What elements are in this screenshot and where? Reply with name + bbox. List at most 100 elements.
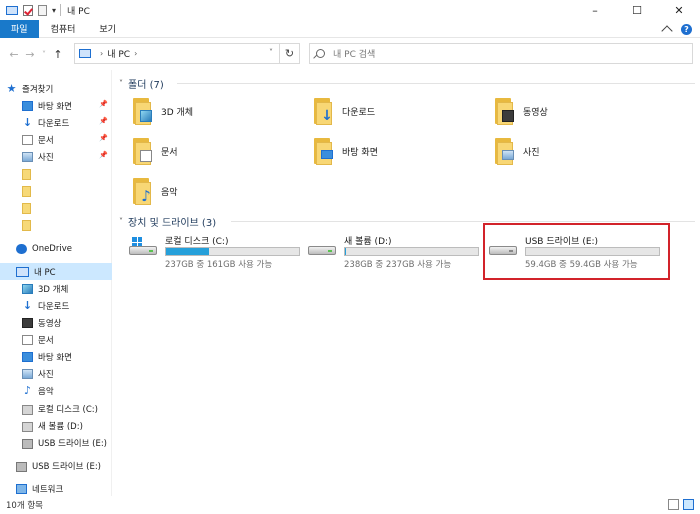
pictures-folder-icon — [491, 136, 517, 166]
folder-documents[interactable]: 문서 — [129, 133, 178, 169]
folder-music[interactable]: ♪ 음악 — [129, 173, 178, 209]
refresh-button[interactable]: ↻ — [279, 44, 299, 63]
close-button[interactable]: ✕ — [658, 0, 700, 20]
group-title: 폴더 (7) — [128, 80, 164, 91]
sidebar-item-downloads[interactable]: ↓ 다운로드 📌 — [0, 114, 112, 131]
sidebar-item-onedrive[interactable]: OneDrive — [0, 240, 112, 257]
sidebar-item-usb-e[interactable]: USB 드라이브 (E:) — [0, 434, 112, 451]
drive-volume-d[interactable]: 새 볼륨 (D:) 238GB 중 237GB 사용 가능 — [308, 231, 483, 270]
drive-usage-bar — [344, 247, 479, 256]
sidebar-item-label: 네트워크 — [32, 484, 64, 495]
maximize-button[interactable]: ☐ — [616, 0, 658, 20]
sidebar-item-label: 다운로드 — [38, 301, 70, 312]
folder-icon — [22, 169, 31, 180]
sidebar-item-pictures[interactable]: 사진 📌 — [0, 148, 112, 165]
folder-icon — [22, 186, 31, 197]
sidebar-item-folder[interactable] — [0, 217, 112, 234]
ribbon-right-controls: ? — [661, 23, 692, 37]
usb-drive-icon — [22, 439, 33, 449]
folder-videos[interactable]: 동영상 — [491, 93, 548, 129]
sidebar-item-music[interactable]: ♪ 음악 — [0, 382, 112, 399]
sidebar-item-folder[interactable] — [0, 183, 112, 200]
folder-label: 음악 — [161, 187, 178, 198]
folder-label: 다운로드 — [342, 107, 376, 118]
collapse-caret-icon[interactable]: ˅ — [119, 79, 123, 88]
sidebar-item-folder[interactable] — [0, 200, 112, 217]
sidebar-item-label: 동영상 — [38, 318, 62, 329]
folder-label: 3D 개체 — [161, 107, 194, 118]
forward-button[interactable]: → — [22, 44, 38, 64]
up-button[interactable]: ↑ — [50, 44, 66, 64]
folders-group-header[interactable]: ˅ 폴더 (7) — [119, 76, 164, 91]
collapse-caret-icon[interactable]: ˅ — [119, 217, 123, 226]
details-view-icon[interactable] — [668, 499, 679, 510]
properties-icon[interactable] — [23, 4, 33, 16]
sidebar-item-label: 내 PC — [34, 267, 56, 278]
large-icons-view-icon[interactable] — [683, 499, 694, 510]
sidebar-item-documents[interactable]: 문서 — [0, 331, 112, 348]
desktop-icon — [22, 351, 33, 362]
item-count: 10개 항목 — [6, 501, 43, 511]
tab-view[interactable]: 보기 — [87, 20, 128, 38]
drive-local-disk-c[interactable]: 로컬 디스크 (C:) 237GB 중 161GB 사용 가능 — [129, 231, 304, 270]
recent-locations-button[interactable]: ˅ — [38, 44, 50, 64]
search-input[interactable]: 내 PC 검색 — [309, 43, 693, 64]
new-folder-icon[interactable] — [38, 4, 47, 16]
sidebar-item-local-disk-c[interactable]: 로컬 디스크 (C:) — [0, 400, 112, 417]
search-placeholder: 내 PC 검색 — [333, 50, 376, 60]
sidebar-item-this-pc[interactable]: 내 PC — [0, 263, 112, 280]
sidebar-item-label: 다운로드 — [38, 118, 70, 129]
customize-dropdown-icon[interactable]: ▾ — [52, 6, 56, 15]
sidebar-item-volume-d[interactable]: 새 볼륨 (D:) — [0, 417, 112, 434]
breadcrumb-separator-icon[interactable]: › — [134, 49, 137, 58]
sidebar-item-desktop[interactable]: 바탕 화면 📌 — [0, 97, 112, 114]
folder-3d-objects[interactable]: 3D 개체 — [129, 93, 193, 129]
window-title: 내 PC — [67, 6, 90, 17]
tab-file[interactable]: 파일 — [0, 19, 39, 38]
pin-icon: 📌 — [99, 117, 108, 125]
breadcrumb-separator-icon[interactable]: › — [100, 49, 103, 58]
sidebar-item-downloads[interactable]: ↓ 다운로드 — [0, 297, 112, 314]
folder-desktop[interactable]: 바탕 화면 — [310, 133, 378, 169]
expand-ribbon-icon[interactable] — [661, 25, 673, 37]
sidebar-item-folder[interactable] — [0, 166, 112, 183]
back-button[interactable]: ← — [6, 44, 22, 64]
sidebar-item-label: 바탕 화면 — [38, 352, 72, 363]
help-icon[interactable]: ? — [681, 23, 692, 35]
tab-computer[interactable]: 컴퓨터 — [39, 20, 88, 38]
sidebar-item-label: 3D 개체 — [38, 284, 69, 295]
sidebar-item-videos[interactable]: 동영상 — [0, 314, 112, 331]
drive-icon — [308, 239, 338, 261]
sidebar-item-label: 문서 — [38, 335, 54, 346]
sidebar-item-documents[interactable]: 문서 📌 — [0, 131, 112, 148]
breadcrumb-this-pc[interactable]: 내 PC — [107, 47, 130, 60]
drives-group-header[interactable]: ˅ 장치 및 드라이브 (3) — [119, 214, 216, 229]
title-separator — [60, 4, 62, 16]
desktop-folder-icon — [310, 136, 336, 166]
folder-downloads[interactable]: ↓ 다운로드 — [310, 93, 375, 129]
navigation-pane: ★ 즐겨찾기 바탕 화면 📌 ↓ 다운로드 📌 문서 📌 사진 📌 OneDri… — [0, 70, 112, 496]
folder-label: 문서 — [161, 147, 178, 158]
sidebar-item-label: USB 드라이브 (E:) — [32, 461, 101, 472]
usb-drive-highlight-box — [483, 223, 670, 280]
sidebar-item-label: 바탕 화면 — [38, 101, 72, 112]
title-bar: ▾ 내 PC – ☐ ✕ — [0, 0, 700, 20]
documents-icon — [22, 134, 33, 145]
documents-icon — [22, 334, 33, 345]
sidebar-item-usb-root[interactable]: USB 드라이브 (E:) — [0, 457, 112, 474]
sidebar-item-desktop[interactable]: 바탕 화면 — [0, 348, 112, 365]
minimize-button[interactable]: – — [574, 0, 616, 20]
music-icon: ♪ — [23, 383, 32, 397]
sidebar-item-network[interactable]: 네트워크 — [0, 480, 112, 497]
folder-pictures[interactable]: 사진 — [491, 133, 540, 169]
drive-free-space: 238GB 중 237GB 사용 가능 — [344, 260, 452, 270]
documents-folder-icon — [129, 136, 155, 166]
desktop-icon — [22, 100, 33, 111]
address-dropdown-icon[interactable]: ˅ — [269, 48, 273, 57]
sidebar-item-pictures[interactable]: 사진 — [0, 365, 112, 382]
address-bar[interactable]: › 내 PC › ˅ ↻ — [74, 43, 300, 64]
sidebar-item-3d-objects[interactable]: 3D 개체 — [0, 280, 112, 297]
sidebar-item-label: 새 볼륨 (D:) — [38, 421, 83, 432]
sidebar-item-quick-access[interactable]: ★ 즐겨찾기 — [0, 80, 112, 97]
drive-name: 새 볼륨 (D:) — [344, 237, 392, 247]
